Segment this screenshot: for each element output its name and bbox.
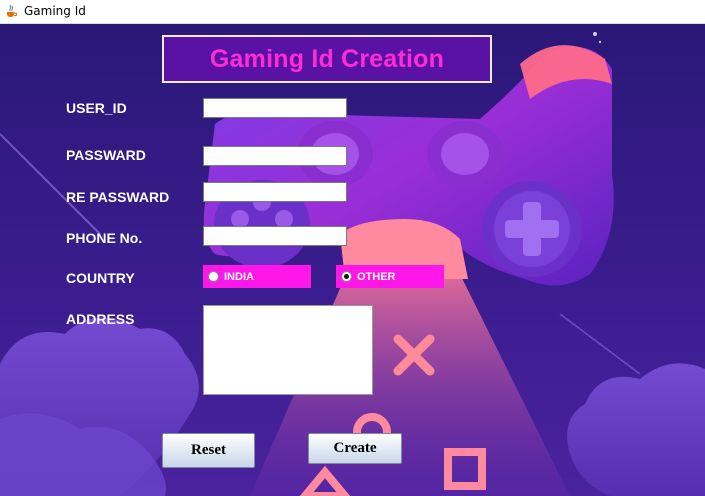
password-label: PASSWARD — [66, 147, 146, 163]
page-title: Gaming Id Creation — [209, 44, 445, 73]
create-button[interactable]: Create — [308, 433, 402, 464]
phone-field[interactable] — [203, 226, 347, 246]
app-window: Gaming Id Gaming Id Creation USER_ID PAS… — [0, 0, 705, 496]
user-id-field[interactable] — [203, 98, 347, 118]
password-field[interactable] — [203, 146, 347, 166]
window-title: Gaming Id — [24, 4, 86, 18]
reset-button[interactable]: Reset — [162, 433, 255, 468]
form-panel: Gaming Id Creation USER_ID PASSWARD RE P… — [0, 24, 705, 496]
title-bar: Gaming Id — [0, 0, 705, 24]
page-heading-box: Gaming Id Creation — [162, 35, 492, 83]
country-label: COUNTRY — [66, 270, 135, 286]
background-illustration — [0, 24, 705, 496]
radio-other-label: OTHER — [357, 270, 396, 283]
radio-india-indicator — [208, 271, 219, 282]
country-radio-india[interactable]: INDIA — [203, 265, 311, 288]
radio-india-label: INDIA — [224, 270, 254, 283]
radio-other-indicator — [341, 271, 352, 282]
country-radio-other[interactable]: OTHER — [336, 265, 444, 288]
phone-label: PHONE No. — [66, 230, 143, 246]
re-password-label: RE PASSWARD — [66, 189, 170, 205]
java-cup-icon — [7, 4, 18, 17]
re-password-field[interactable] — [203, 182, 347, 202]
address-textarea[interactable] — [203, 305, 373, 395]
address-label: ADDRESS — [66, 311, 135, 327]
user-id-label: USER_ID — [66, 100, 127, 116]
